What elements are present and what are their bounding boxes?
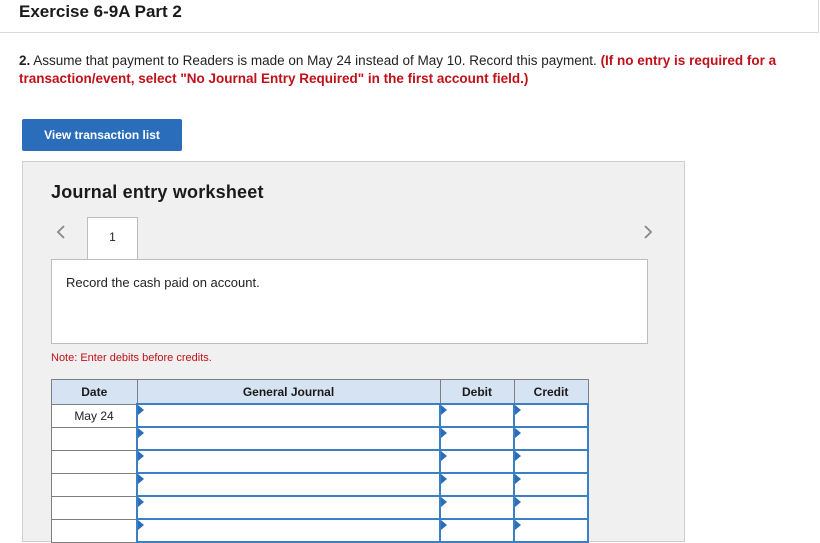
journal-header-row: Date General Journal Debit Credit: [51, 379, 589, 405]
worksheet-title: Journal entry worksheet: [51, 182, 264, 202]
dropdown-marker-icon: [138, 474, 144, 484]
account-field[interactable]: [136, 472, 441, 497]
dropdown-marker-icon: [138, 497, 144, 507]
column-header-general-journal: General Journal: [136, 379, 441, 405]
journal-table: Date General Journal Debit Credit May 24: [51, 379, 589, 543]
dropdown-marker-icon: [441, 405, 447, 415]
credit-field[interactable]: [513, 403, 589, 428]
page-title: Exercise 6-9A Part 2: [19, 2, 182, 21]
date-cell[interactable]: [51, 495, 138, 520]
debit-field[interactable]: [439, 403, 515, 428]
date-cell[interactable]: [51, 426, 138, 451]
dropdown-marker-icon: [138, 405, 144, 415]
dropdown-marker-icon: [515, 520, 521, 530]
table-row: May 24: [51, 403, 589, 428]
table-row: [51, 495, 589, 520]
instructions: 2. Assume that payment to Readers is mad…: [19, 52, 809, 88]
chevron-right-icon[interactable]: [640, 222, 656, 242]
column-header-date: Date: [51, 379, 138, 405]
column-header-credit: Credit: [513, 379, 589, 405]
credit-field[interactable]: [513, 472, 589, 497]
transaction-description: Record the cash paid on account.: [66, 275, 260, 290]
table-row: [51, 472, 589, 497]
tab-1[interactable]: 1: [87, 217, 138, 260]
account-field[interactable]: [136, 495, 441, 520]
date-cell[interactable]: May 24: [51, 403, 138, 428]
debit-field[interactable]: [439, 472, 515, 497]
transaction-description-box: Record the cash paid on account.: [51, 259, 648, 344]
debit-field[interactable]: [439, 518, 515, 543]
date-cell[interactable]: [51, 449, 138, 474]
account-field[interactable]: [136, 403, 441, 428]
dropdown-marker-icon: [138, 520, 144, 530]
credit-field[interactable]: [513, 518, 589, 543]
dropdown-marker-icon: [515, 497, 521, 507]
question-text: Assume that payment to Readers is made o…: [30, 53, 601, 68]
table-row: [51, 518, 589, 543]
credit-field[interactable]: [513, 426, 589, 451]
dropdown-marker-icon: [441, 520, 447, 530]
view-transaction-list-button[interactable]: View transaction list: [22, 119, 182, 151]
debit-field[interactable]: [439, 495, 515, 520]
question-number: 2.: [19, 53, 31, 68]
account-field[interactable]: [136, 449, 441, 474]
dropdown-marker-icon: [441, 497, 447, 507]
dropdown-marker-icon: [138, 428, 144, 438]
debit-credit-note: Note: Enter debits before credits.: [51, 352, 212, 364]
date-cell[interactable]: [51, 518, 138, 543]
credit-field[interactable]: [513, 495, 589, 520]
account-field[interactable]: [136, 426, 441, 451]
credit-field[interactable]: [513, 449, 589, 474]
date-cell[interactable]: [51, 472, 138, 497]
account-field[interactable]: [136, 518, 441, 543]
chevron-left-icon[interactable]: [53, 222, 69, 242]
dropdown-marker-icon: [515, 451, 521, 461]
table-row: [51, 449, 589, 474]
dropdown-marker-icon: [515, 405, 521, 415]
dropdown-marker-icon: [515, 474, 521, 484]
debit-field[interactable]: [439, 449, 515, 474]
column-header-debit: Debit: [439, 379, 515, 405]
debit-field[interactable]: [439, 426, 515, 451]
dropdown-marker-icon: [138, 451, 144, 461]
journal-worksheet-panel: Journal entry worksheet 1 Record the cas…: [22, 161, 685, 543]
dropdown-marker-icon: [441, 451, 447, 461]
dropdown-marker-icon: [441, 474, 447, 484]
table-row: [51, 426, 589, 451]
dropdown-marker-icon: [515, 428, 521, 438]
header-bar: Exercise 6-9A Part 2: [0, 0, 819, 33]
dropdown-marker-icon: [441, 428, 447, 438]
